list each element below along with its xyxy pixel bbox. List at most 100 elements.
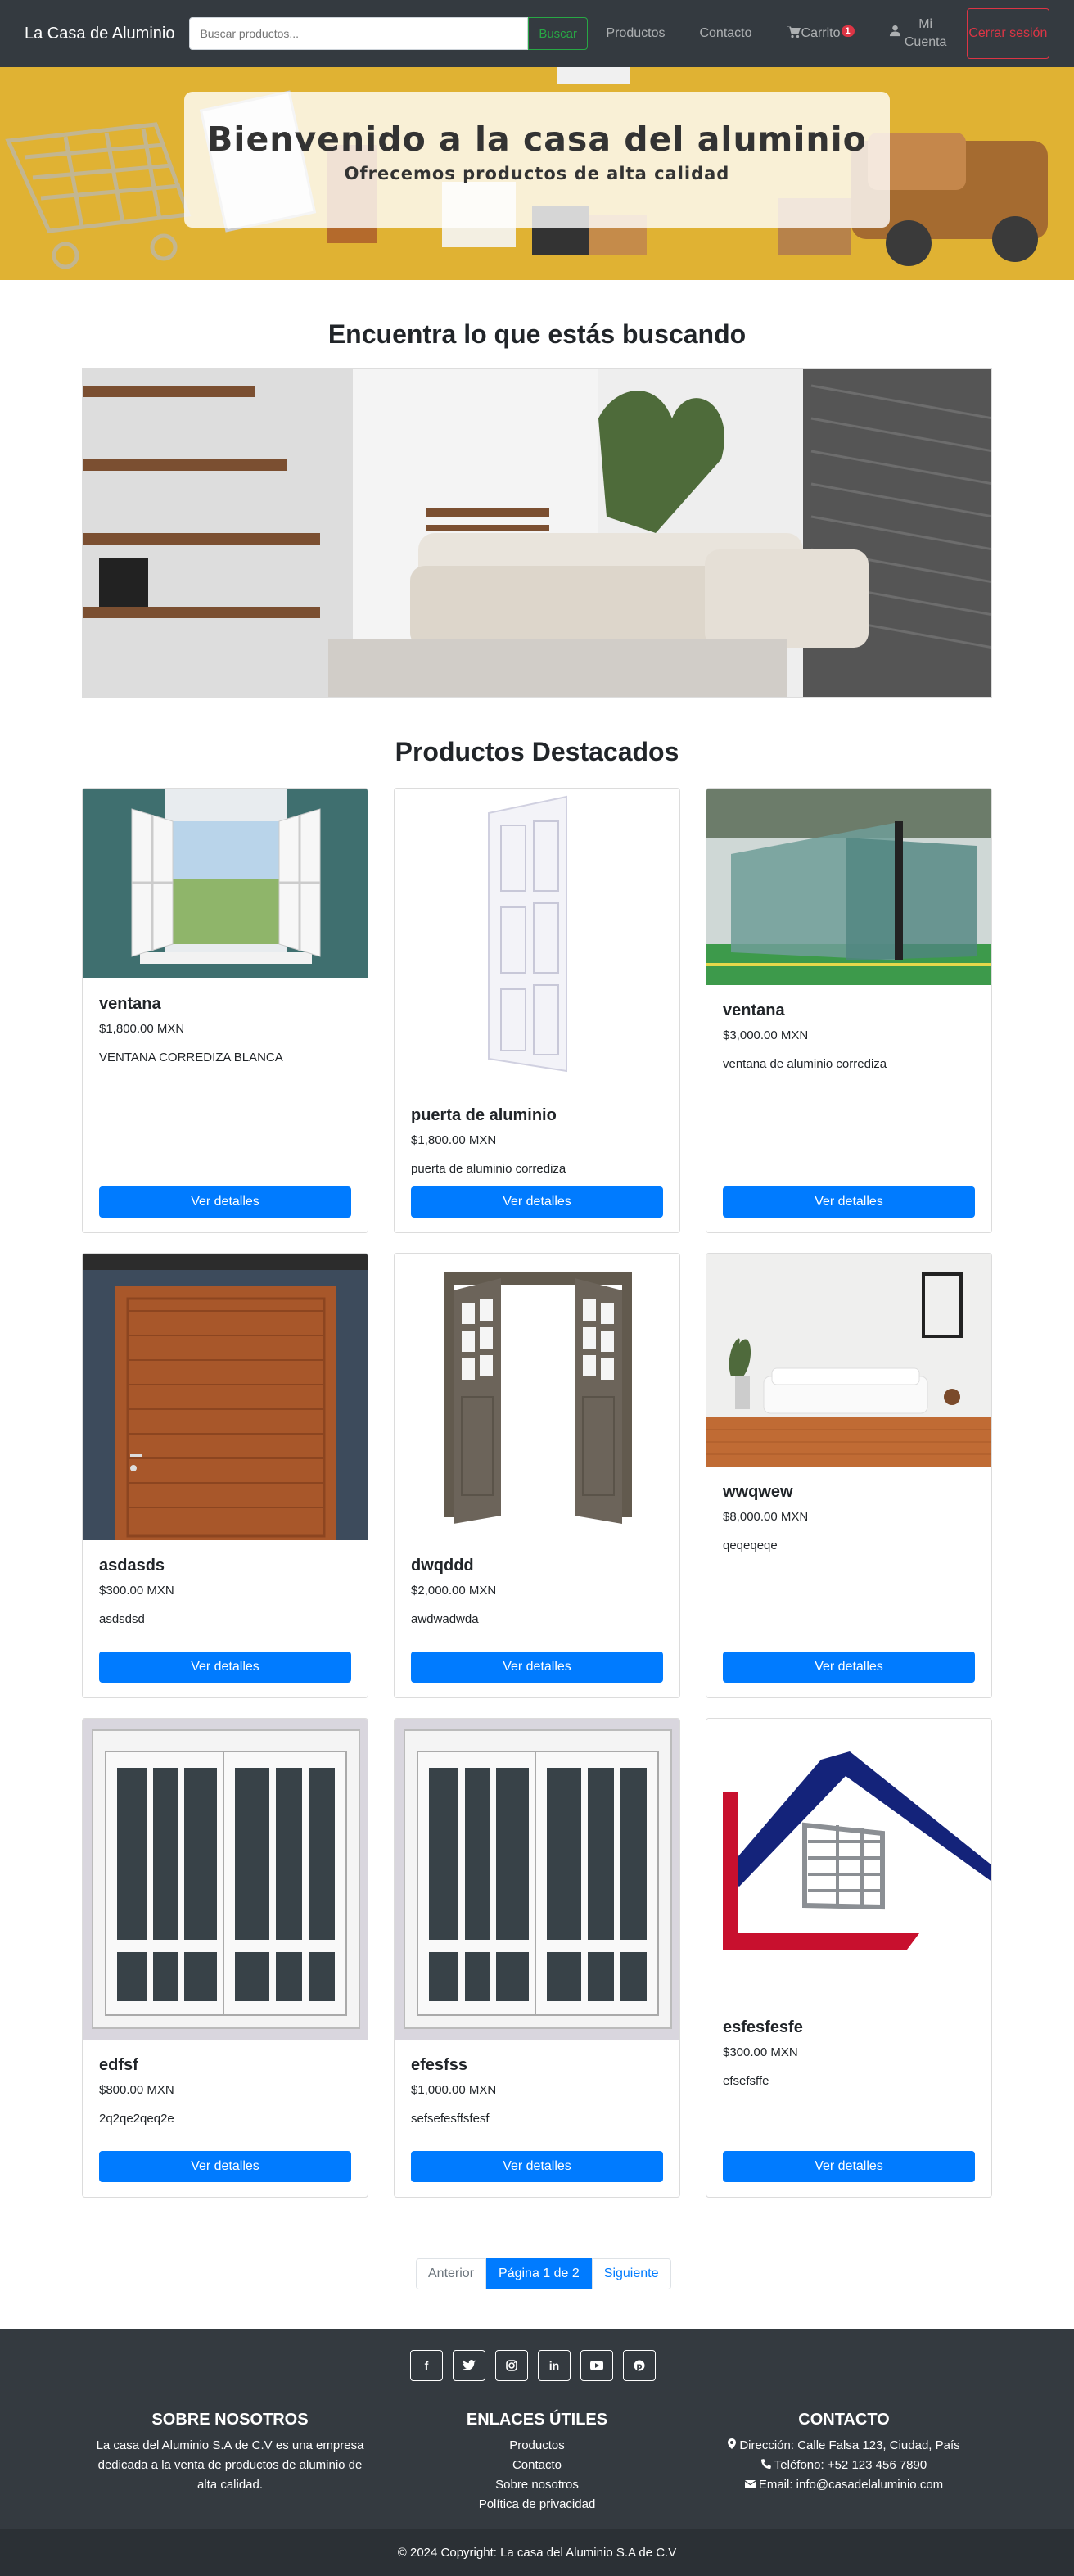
product-name: puerta de aluminio <box>411 1106 557 1124</box>
hero-welcome-box: Bienvenido a la casa del aluminio Ofrece… <box>184 92 890 228</box>
navbar: La Casa de Aluminio Buscar Productos Con… <box>0 0 1074 67</box>
open-window-image <box>83 789 368 978</box>
product-card: dwqddd $2,000.00 MXN awdwadwda Ver detal… <box>394 1253 680 1698</box>
view-details-button[interactable]: Ver detalles <box>411 2151 663 2182</box>
featured-section-title: Productos Destacados <box>395 737 679 766</box>
brand-link[interactable]: La Casa de Aluminio <box>25 25 174 43</box>
view-details-button[interactable]: Ver detalles <box>723 1652 975 1683</box>
footer-address: Dirección: Calle Falsa 123, Ciudad, País <box>701 2436 987 2456</box>
footer-link-contact[interactable]: Contacto <box>414 2456 660 2475</box>
living-room-banner-image <box>82 368 992 698</box>
product-price: $3,000.00 MXN <box>723 1028 809 1042</box>
pinterest-icon[interactable]: p <box>623 2350 656 2381</box>
sliding-window-image <box>395 1719 679 2040</box>
pagination-next-button[interactable]: Siguiente <box>591 2258 671 2289</box>
hero-title: Bienvenido a la casa del aluminio <box>207 120 867 159</box>
twitter-icon[interactable] <box>453 2350 485 2381</box>
footer-email: Email: info@casadelaluminio.com <box>701 2475 987 2495</box>
user-icon <box>889 25 905 43</box>
linkedin-icon[interactable]: in <box>538 2350 571 2381</box>
view-details-button[interactable]: Ver detalles <box>99 2151 351 2182</box>
product-card: efesfss $1,000.00 MXN sefsefesffsfesf Ve… <box>394 1718 680 2198</box>
product-description: puerta de aluminio corrediza <box>411 1162 566 1176</box>
footer-link-about[interactable]: Sobre nosotros <box>414 2475 660 2495</box>
footer-address-text: Dirección: Calle Falsa 123, Ciudad, País <box>739 2438 960 2452</box>
nav-contact-link[interactable]: Contacto <box>699 26 751 41</box>
white-door-image <box>395 789 679 1090</box>
footer-links-column: ENLACES ÚTILES Productos Contacto Sobre … <box>414 2411 660 2515</box>
search-button[interactable]: Buscar <box>527 17 589 50</box>
hero-subtitle: Ofrecemos productos de alta calidad <box>344 164 730 183</box>
footer-about-text: La casa del Aluminio S.A de C.V es una e… <box>96 2438 364 2492</box>
sliding-window-image <box>83 1719 368 2040</box>
product-card: puerta de aluminio $1,800.00 MXN puerta … <box>394 788 680 1233</box>
envelope-icon <box>744 2480 756 2488</box>
product-description: VENTANA CORREDIZA BLANCA <box>99 1051 283 1064</box>
pagination-prev-button[interactable]: Anterior <box>416 2258 487 2289</box>
footer-links-title: ENLACES ÚTILES <box>466 2411 608 2429</box>
nav-cart-link[interactable]: Carrito 1 <box>786 25 855 43</box>
product-name: wwqwew <box>723 1483 793 1501</box>
product-name: esfesfesfe <box>723 2018 803 2036</box>
view-details-button[interactable]: Ver detalles <box>411 1186 663 1218</box>
product-name: ventana <box>723 1001 785 1019</box>
view-details-button[interactable]: Ver detalles <box>723 1186 975 1218</box>
living-room-image <box>706 1254 991 1467</box>
pagination: Anterior Página 1 de 2 Siguiente <box>416 2258 671 2289</box>
footer-contact-title: CONTACTO <box>798 2411 890 2429</box>
footer-phone-text: Teléfono: +52 123 456 7890 <box>774 2458 927 2472</box>
product-price: $2,000.00 MXN <box>411 1584 497 1598</box>
view-details-button[interactable]: Ver detalles <box>99 1186 351 1218</box>
nav-account-link[interactable]: Mi Cuenta <box>889 16 947 52</box>
phone-icon <box>760 2459 771 2469</box>
svg-text:p: p <box>636 2362 642 2371</box>
product-price: $800.00 MXN <box>99 2083 174 2097</box>
product-description: 2q2qe2qeq2e <box>99 2112 174 2126</box>
cart-icon <box>786 25 801 43</box>
footer-about-column: SOBRE NOSOTROS La casa del Aluminio S.A … <box>87 2411 373 2495</box>
product-description: efsefsffe <box>723 2074 769 2088</box>
youtube-icon[interactable] <box>580 2350 613 2381</box>
product-name: ventana <box>99 995 161 1013</box>
product-price: $300.00 MXN <box>99 1584 174 1598</box>
logout-button[interactable]: Cerrar sesión <box>966 8 1049 59</box>
glass-warehouse-image <box>706 789 991 985</box>
product-description: ventana de aluminio corrediza <box>723 1057 887 1071</box>
cart-count-badge: 1 <box>841 25 855 37</box>
product-card: esfesfesfe $300.00 MXN efsefsffe Ver det… <box>706 1718 992 2198</box>
pagination-current-page: Página 1 de 2 <box>486 2258 592 2289</box>
view-details-button[interactable]: Ver detalles <box>99 1652 351 1683</box>
product-name: dwqddd <box>411 1557 474 1575</box>
product-card: ventana $1,800.00 MXN VENTANA CORREDIZA … <box>82 788 368 1233</box>
product-price: $1,800.00 MXN <box>99 1022 185 1036</box>
cart-label: Carrito <box>801 26 841 40</box>
social-links: f in p <box>410 2350 666 2381</box>
product-price: $8,000.00 MXN <box>723 1510 809 1524</box>
nav-products-link[interactable]: Productos <box>606 26 665 41</box>
facebook-icon[interactable]: f <box>410 2350 443 2381</box>
double-door-image <box>395 1254 679 1540</box>
product-description: qeqeqeqe <box>723 1539 778 1552</box>
product-description: awdwadwda <box>411 1612 479 1626</box>
footer-link-privacy[interactable]: Política de privacidad <box>414 2495 660 2515</box>
footer-phone: Teléfono: +52 123 456 7890 <box>701 2456 987 2475</box>
search-input[interactable] <box>189 17 528 50</box>
product-description: sefsefesffsfesf <box>411 2112 490 2126</box>
footer-about-title: SOBRE NOSOTROS <box>151 2411 309 2429</box>
product-description: asdsdsd <box>99 1612 145 1626</box>
product-price: $1,000.00 MXN <box>411 2083 497 2097</box>
find-section-title: Encuentra lo que estás buscando <box>327 319 747 349</box>
footer-email-text[interactable]: Email: info@casadelaluminio.com <box>759 2478 943 2492</box>
view-details-button[interactable]: Ver detalles <box>723 2151 975 2182</box>
hero-banner: Bienvenido a la casa del aluminio Ofrece… <box>0 67 1074 280</box>
copyright: © 2024 Copyright: La casa del Aluminio S… <box>0 2529 1074 2576</box>
product-card: ventana $3,000.00 MXN ventana de alumini… <box>706 788 992 1233</box>
product-card: wwqwew $8,000.00 MXN qeqeqeqe Ver detall… <box>706 1253 992 1698</box>
product-card: edfsf $800.00 MXN 2q2qe2qeq2e Ver detall… <box>82 1718 368 2198</box>
footer-link-products[interactable]: Productos <box>414 2436 660 2456</box>
footer-contact-column: CONTACTO Dirección: Calle Falsa 123, Ciu… <box>701 2411 987 2495</box>
house-logo-image <box>706 1719 991 2002</box>
product-price: $1,800.00 MXN <box>411 1133 497 1147</box>
view-details-button[interactable]: Ver detalles <box>411 1652 663 1683</box>
instagram-icon[interactable] <box>495 2350 528 2381</box>
